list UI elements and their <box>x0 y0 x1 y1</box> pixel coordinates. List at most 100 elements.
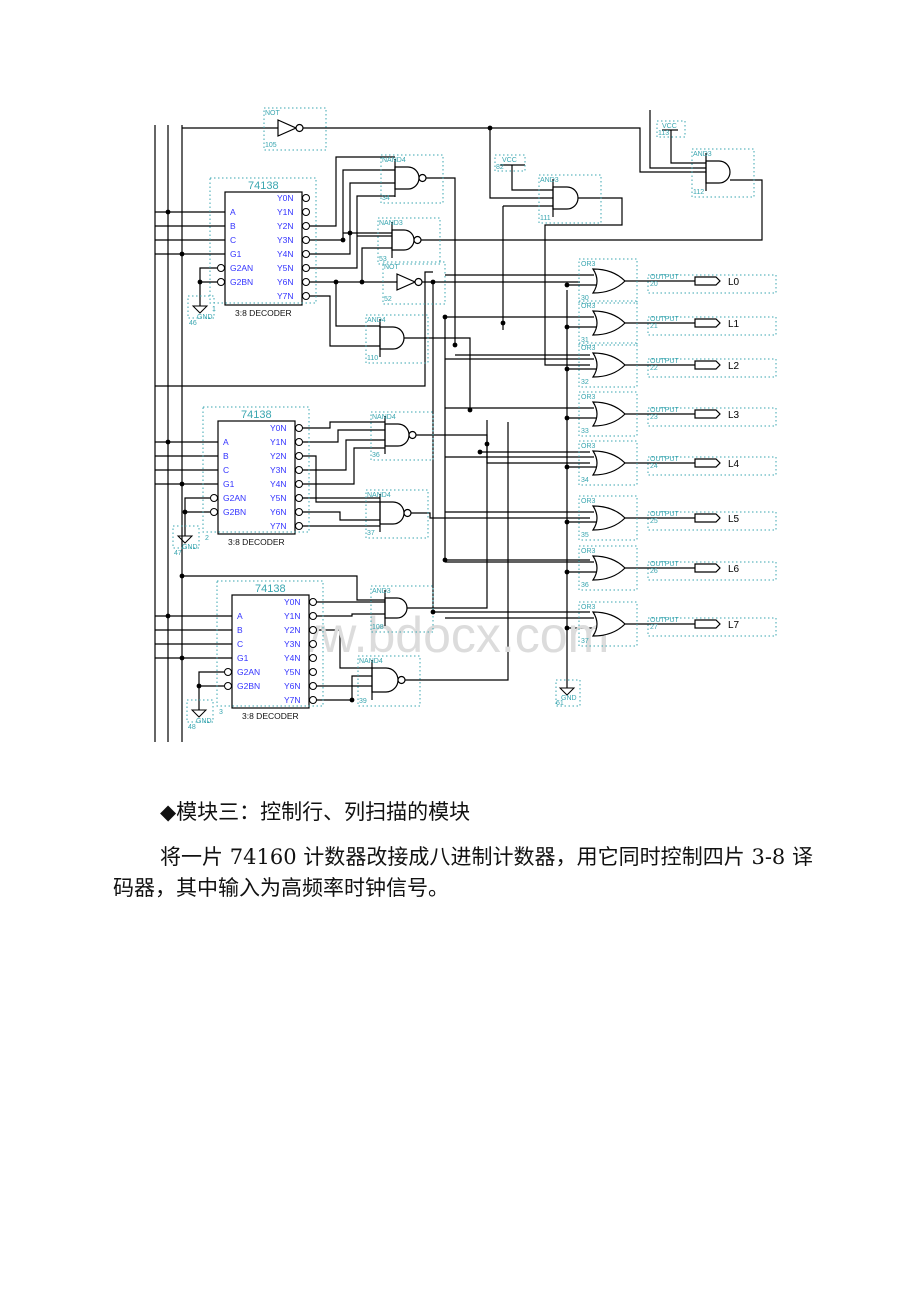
input-pin-label: G1 <box>230 249 242 259</box>
inverted-pin-bubble <box>224 668 232 676</box>
inverted-pin-bubble <box>295 452 303 460</box>
input-pin-label: G2BN <box>230 277 253 287</box>
output-id: 21 <box>650 323 658 330</box>
gate-type-label: NOT <box>384 264 400 271</box>
gnd-id: 48 <box>188 724 196 731</box>
and-shape-icon <box>705 160 731 184</box>
inverted-pin-bubble <box>302 250 310 258</box>
inverted-pin-bubble <box>302 278 310 286</box>
gate-type-label: AND3 <box>693 151 712 158</box>
junction-dot <box>349 697 355 703</box>
decoder-instance: 3 <box>219 709 223 716</box>
gnd-id: 61 <box>556 700 564 707</box>
gate-type-label: AND3 <box>540 177 559 184</box>
vcc-label: VCC <box>662 123 677 130</box>
inverted-pin-bubble <box>217 264 225 272</box>
ground-icon <box>558 687 576 696</box>
output-id: 23 <box>650 414 658 421</box>
input-pin-label: B <box>237 625 243 635</box>
gate-nand4 <box>371 660 406 700</box>
gate-and3 <box>552 179 579 217</box>
inverted-pin-bubble <box>295 466 303 474</box>
decoder-part-label: 74138 <box>248 180 279 192</box>
output-name: L1 <box>728 319 740 330</box>
junction-dot <box>467 407 473 413</box>
inverter-bubble <box>397 675 406 685</box>
output-pin-icon <box>694 513 721 523</box>
junction-dot <box>564 366 570 372</box>
output-id: 26 <box>650 568 658 575</box>
vcc-id: 113 <box>658 130 669 137</box>
inverter-bubble <box>418 173 427 183</box>
wire <box>416 434 590 464</box>
circuit-schematic: www.bdocx.com741383:8 DECODER1Y0NY1NY2NY… <box>154 107 777 742</box>
input-pin-label: C <box>237 639 243 649</box>
gate-type-label: AND3 <box>372 588 391 595</box>
gate-id: 36 <box>372 452 380 459</box>
input-pin-label: G2AN <box>223 493 246 503</box>
input-pin-label: G1 <box>223 479 235 489</box>
output-pin-label: Y0N <box>270 423 287 433</box>
inverted-pin-bubble <box>210 494 218 502</box>
gate-id: 37 <box>367 530 375 537</box>
input-pin-label: B <box>230 221 236 231</box>
input-pin-label: B <box>223 451 229 461</box>
output-pin-label: Y2N <box>277 221 294 231</box>
output-pin-icon <box>694 563 721 573</box>
junction-dot <box>179 573 185 579</box>
gate-type-label: OR3 <box>581 498 596 505</box>
and-shape-icon <box>394 166 420 190</box>
junction-dot <box>442 557 448 563</box>
output-pin-label: Y1N <box>284 611 301 621</box>
inverted-pin-bubble <box>295 424 303 432</box>
decoder-footer: 3:8 DECODER <box>235 308 292 318</box>
output-pin-icon <box>694 458 721 468</box>
output-pin-icon <box>694 360 721 370</box>
gate-id: 111 <box>540 215 551 222</box>
output-type-label: OUTPUT <box>650 274 680 281</box>
inverted-pin-bubble <box>295 480 303 488</box>
wire <box>649 110 706 169</box>
inverted-pin-bubble <box>309 682 317 690</box>
output-id: 20 <box>650 281 658 288</box>
and-shape-icon <box>371 667 399 693</box>
input-pin-label: G2AN <box>230 263 253 273</box>
input-pin-label: A <box>237 611 243 621</box>
gate-or3 <box>591 611 626 637</box>
output-pin-label: Y2N <box>270 451 287 461</box>
ground-icon <box>176 535 194 544</box>
section-heading: ◆模块三：控制行、列扫描的模块 <box>160 800 471 824</box>
and-shape-icon <box>384 597 408 619</box>
gate-or3 <box>591 310 626 336</box>
output-pin-label: Y5N <box>277 263 294 273</box>
output-type-label: OUTPUT <box>650 511 680 518</box>
wire <box>421 179 763 241</box>
inverted-pin-bubble <box>309 612 317 620</box>
or-shape-icon <box>591 268 626 294</box>
inverted-pin-bubble <box>302 292 310 300</box>
junction-dot <box>197 279 203 285</box>
output-pin-label: Y1N <box>270 437 287 447</box>
junction-dot <box>430 279 436 285</box>
gate-type-label: OR3 <box>581 261 596 268</box>
inverted-pin-bubble <box>309 598 317 606</box>
gnd-id: 47 <box>174 550 182 557</box>
gate-or3 <box>591 450 626 476</box>
vcc-label: VCC <box>502 157 517 164</box>
output-pin-label: Y7N <box>270 521 287 531</box>
gate-type-label: OR3 <box>581 345 596 352</box>
wire <box>199 267 217 306</box>
wire <box>404 337 471 410</box>
not-triangle-icon <box>277 119 298 137</box>
gate-id: 37 <box>581 638 589 645</box>
junction-dot <box>564 324 570 330</box>
decoder-footer: 3:8 DECODER <box>242 711 299 721</box>
inverted-pin-bubble <box>309 668 317 676</box>
gate-id: 36 <box>581 582 589 589</box>
inverted-pin-bubble <box>295 494 303 502</box>
output-name: L7 <box>728 620 740 631</box>
output-pin-label: Y7N <box>284 695 301 705</box>
or-shape-icon <box>591 310 626 336</box>
gate-nand4 <box>384 416 417 454</box>
inverted-pin-bubble <box>295 508 303 516</box>
